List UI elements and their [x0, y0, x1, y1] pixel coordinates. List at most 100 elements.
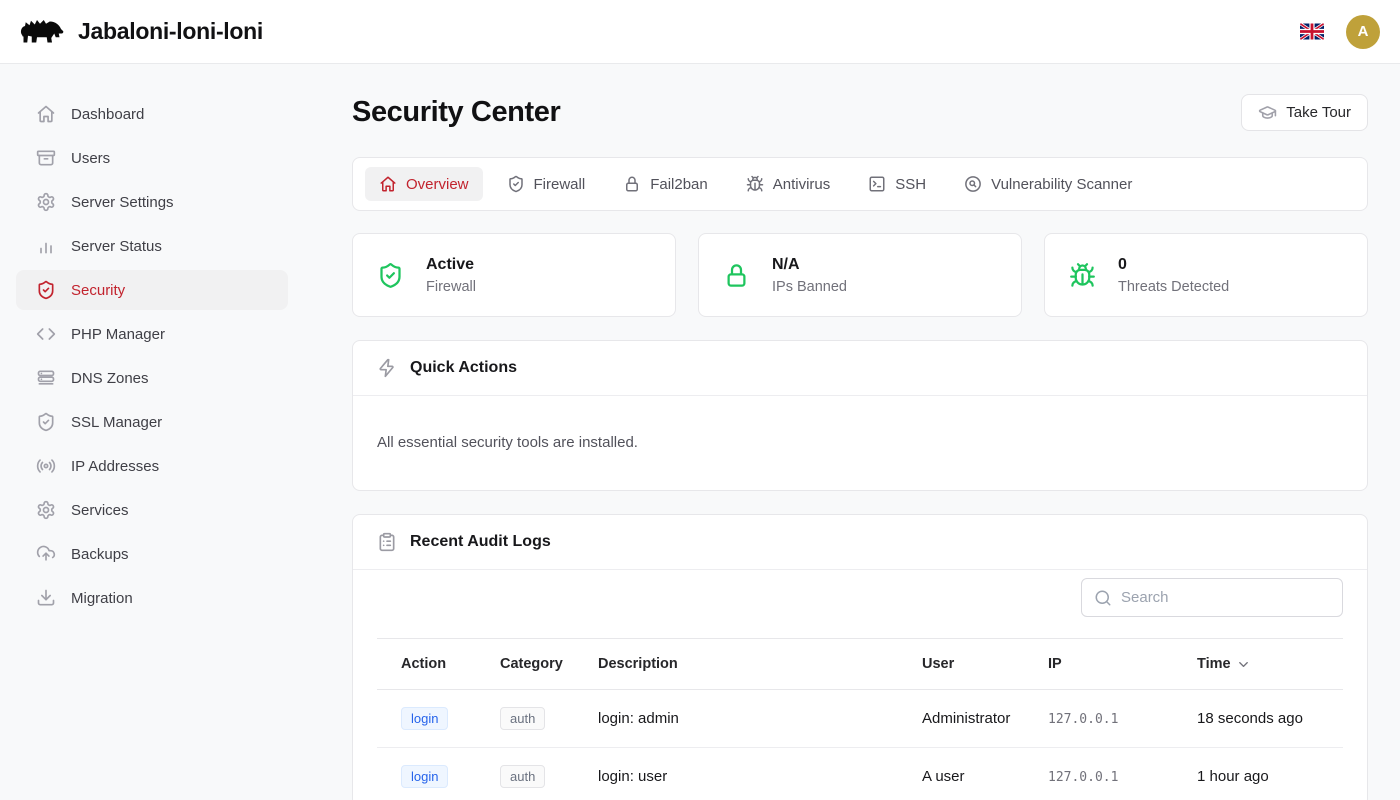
log-description: login: admin: [586, 690, 910, 748]
stat-card-firewall: Active Firewall: [352, 233, 676, 317]
lock-icon: [723, 262, 750, 289]
chevron-down-icon: [1236, 657, 1251, 672]
sort-by-time[interactable]: Time: [1197, 656, 1251, 672]
code-icon: [36, 324, 56, 344]
sidebar-item-label: Services: [71, 502, 129, 519]
quick-actions-card: Quick Actions All essential security too…: [352, 340, 1368, 491]
tab-label: Antivirus: [773, 176, 831, 193]
log-ip: 127.0.0.1: [1048, 712, 1118, 727]
stat-label: Threats Detected: [1118, 279, 1229, 295]
sidebar-item-label: DNS Zones: [71, 370, 149, 387]
sidebar-item-label: Security: [71, 282, 125, 299]
search-icon: [1094, 589, 1112, 607]
stat-value: N/A: [772, 256, 847, 274]
quick-actions-title: Quick Actions: [410, 359, 517, 377]
sidebar-item-label: Backups: [71, 546, 129, 563]
column-header-action: Action: [377, 639, 488, 690]
sidebar-item-migration[interactable]: Migration: [16, 578, 288, 618]
sidebar-item-dashboard[interactable]: Dashboard: [16, 94, 288, 134]
home-icon: [379, 175, 397, 193]
brand[interactable]: Jabaloni-loni-loni: [16, 14, 263, 50]
log-description: login: user: [586, 748, 910, 800]
sidebar-item-server-status[interactable]: Server Status: [16, 226, 288, 266]
top-header: Jabaloni-loni-loni A: [0, 0, 1400, 64]
sidebar-item-label: Server Status: [71, 238, 162, 255]
stat-value: 0: [1118, 256, 1229, 274]
server-icon: [36, 368, 56, 388]
download-icon: [36, 588, 56, 608]
table-row: login auth login: user A user 127.0.0.1 …: [377, 748, 1343, 800]
clipboard-icon: [377, 532, 397, 552]
audit-logs-title: Recent Audit Logs: [410, 533, 551, 551]
header-actions: A: [1300, 15, 1380, 49]
main-content: Security Center Take Tour Overview Firew…: [304, 64, 1400, 800]
sidebar-item-services[interactable]: Services: [16, 490, 288, 530]
zap-icon: [377, 358, 397, 378]
sidebar-item-label: PHP Manager: [71, 326, 165, 343]
sidebar-item-backups[interactable]: Backups: [16, 534, 288, 574]
search-input[interactable]: [1121, 589, 1330, 606]
cloud-upload-icon: [36, 544, 56, 564]
tab-label: Fail2ban: [650, 176, 708, 193]
column-header-description: Description: [586, 639, 910, 690]
page-title: Security Center: [352, 96, 560, 129]
shield-check-icon: [36, 280, 56, 300]
sidebar-item-server-settings[interactable]: Server Settings: [16, 182, 288, 222]
user-avatar[interactable]: A: [1346, 15, 1380, 49]
language-flag-icon[interactable]: [1300, 23, 1324, 40]
take-tour-label: Take Tour: [1286, 104, 1351, 121]
sidebar-item-label: Users: [71, 150, 110, 167]
tab-fail2ban[interactable]: Fail2ban: [609, 167, 722, 201]
tab-label: Firewall: [534, 176, 586, 193]
action-badge[interactable]: login: [401, 707, 448, 730]
stat-card-ips-banned: N/A IPs Banned: [698, 233, 1022, 317]
gear-icon: [36, 192, 56, 212]
bug-icon: [1069, 262, 1096, 289]
tab-overview[interactable]: Overview: [365, 167, 483, 201]
sidebar-item-label: Migration: [71, 590, 133, 607]
audit-logs-card: Recent Audit Logs Action Category Descri…: [352, 514, 1368, 800]
log-time: 1 hour ago: [1185, 748, 1343, 800]
stat-label: IPs Banned: [772, 279, 847, 295]
tab-label: Vulnerability Scanner: [991, 176, 1132, 193]
table-row: login auth login: admin Administrator 12…: [377, 690, 1343, 748]
sidebar-item-ssl-manager[interactable]: SSL Manager: [16, 402, 288, 442]
audit-table: Action Category Description User IP Time: [377, 638, 1343, 800]
sidebar-item-users[interactable]: Users: [16, 138, 288, 178]
graduation-cap-icon: [1258, 103, 1277, 122]
home-icon: [36, 104, 56, 124]
scan-search-icon: [964, 175, 982, 193]
tab-ssh[interactable]: SSH: [854, 167, 940, 201]
tab-antivirus[interactable]: Antivirus: [732, 167, 845, 201]
action-badge[interactable]: login: [401, 765, 448, 788]
sidebar-item-security[interactable]: Security: [16, 270, 288, 310]
bug-icon: [746, 175, 764, 193]
gear-icon: [36, 500, 56, 520]
stat-card-threats: 0 Threats Detected: [1044, 233, 1368, 317]
security-tabs: Overview Firewall Fail2ban Antivirus SSH…: [352, 157, 1368, 211]
sidebar-item-php-manager[interactable]: PHP Manager: [16, 314, 288, 354]
column-header-category: Category: [488, 639, 586, 690]
shield-check-icon: [377, 262, 404, 289]
log-user: A user: [910, 748, 1036, 800]
take-tour-button[interactable]: Take Tour: [1241, 94, 1368, 131]
tab-vulnerability-scanner[interactable]: Vulnerability Scanner: [950, 167, 1146, 201]
sidebar-item-label: Dashboard: [71, 106, 144, 123]
sidebar-item-dns-zones[interactable]: DNS Zones: [16, 358, 288, 398]
radio-icon: [36, 456, 56, 476]
column-header-user: User: [910, 639, 1036, 690]
sidebar-item-ip-addresses[interactable]: IP Addresses: [16, 446, 288, 486]
sidebar-item-label: IP Addresses: [71, 458, 159, 475]
lock-icon: [623, 175, 641, 193]
category-badge: auth: [500, 707, 545, 730]
tab-label: Overview: [406, 176, 469, 193]
audit-search: [1081, 578, 1343, 617]
tab-label: SSH: [895, 176, 926, 193]
sidebar-item-label: Server Settings: [71, 194, 174, 211]
sidebar-item-label: SSL Manager: [71, 414, 162, 431]
log-user: Administrator: [910, 690, 1036, 748]
stat-label: Firewall: [426, 279, 476, 295]
archive-icon: [36, 148, 56, 168]
tab-firewall[interactable]: Firewall: [493, 167, 600, 201]
log-ip: 127.0.0.1: [1048, 770, 1118, 785]
